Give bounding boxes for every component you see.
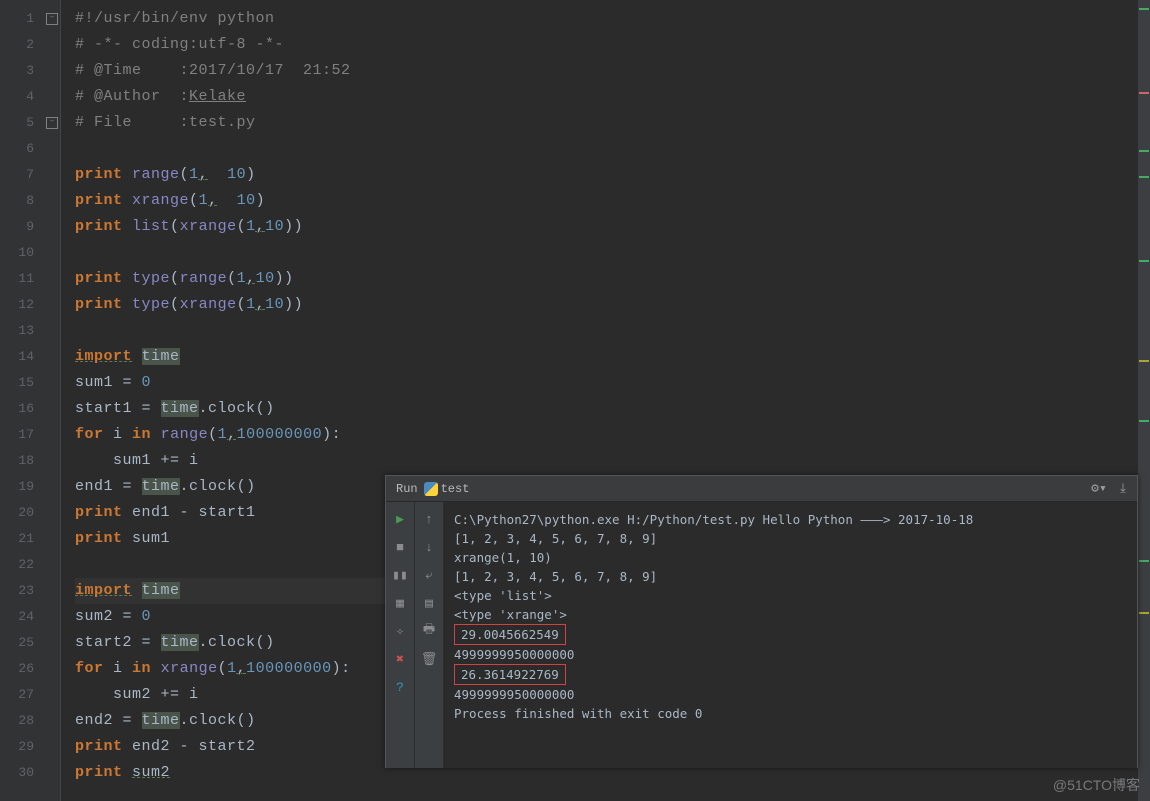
marker-warn[interactable] <box>1139 360 1149 362</box>
gear-icon[interactable]: ⚙︎▾ <box>1091 481 1107 497</box>
dump-threads-button[interactable]: ▦ <box>389 592 411 614</box>
pin-button[interactable]: ✧ <box>389 620 411 642</box>
download-icon[interactable]: ⤓ <box>1115 481 1131 497</box>
run-toolbar-output: ↑ ↓ ⤶ ▤ 🖶︎ 🗑︎ <box>415 502 444 768</box>
run-label: Run <box>396 482 418 496</box>
marker-warn[interactable] <box>1139 612 1149 614</box>
down-icon[interactable]: ↓ <box>418 536 440 558</box>
print-icon[interactable]: 🖶︎ <box>418 620 440 642</box>
marker-ok[interactable] <box>1139 150 1149 152</box>
line-number-gutter: 1234567891011121314151617181920212223242… <box>0 0 44 801</box>
fold-column[interactable]: –– <box>44 0 61 801</box>
run-script-name: test <box>441 482 470 496</box>
marker-ok[interactable] <box>1139 260 1149 262</box>
scroll-end-icon[interactable]: ▤ <box>418 592 440 614</box>
marker-ok[interactable] <box>1139 176 1149 178</box>
marker-error[interactable] <box>1139 92 1149 94</box>
marker-ok[interactable] <box>1139 560 1149 562</box>
clear-icon[interactable]: 🗑︎ <box>418 648 440 670</box>
stop-button: ■ <box>389 536 411 558</box>
marker-ok[interactable] <box>1139 420 1149 422</box>
run-header: Run test ⚙︎▾ ⤓ <box>386 476 1137 502</box>
help-button[interactable]: ? <box>389 676 411 698</box>
close-button[interactable]: ✖ <box>389 648 411 670</box>
error-stripe[interactable] <box>1138 0 1150 801</box>
rerun-button[interactable]: ▶ <box>389 508 411 530</box>
python-icon <box>424 482 438 496</box>
console-output[interactable]: C:\Python27\python.exe H:/Python/test.py… <box>444 502 1137 768</box>
run-toolbar-left: ▶ ■ ▮▮ ▦ ✧ ✖ ? <box>386 502 415 768</box>
pause-button: ▮▮ <box>389 564 411 586</box>
soft-wrap-icon[interactable]: ⤶ <box>418 564 440 586</box>
marker-ok[interactable] <box>1139 8 1149 10</box>
up-icon[interactable]: ↑ <box>418 508 440 530</box>
watermark: @51CTO博客 <box>1053 775 1140 795</box>
run-tool-window[interactable]: Run test ⚙︎▾ ⤓ ▶ ■ ▮▮ ▦ ✧ ✖ ? ↑ ↓ ⤶ ▤ 🖶︎… <box>385 475 1138 768</box>
